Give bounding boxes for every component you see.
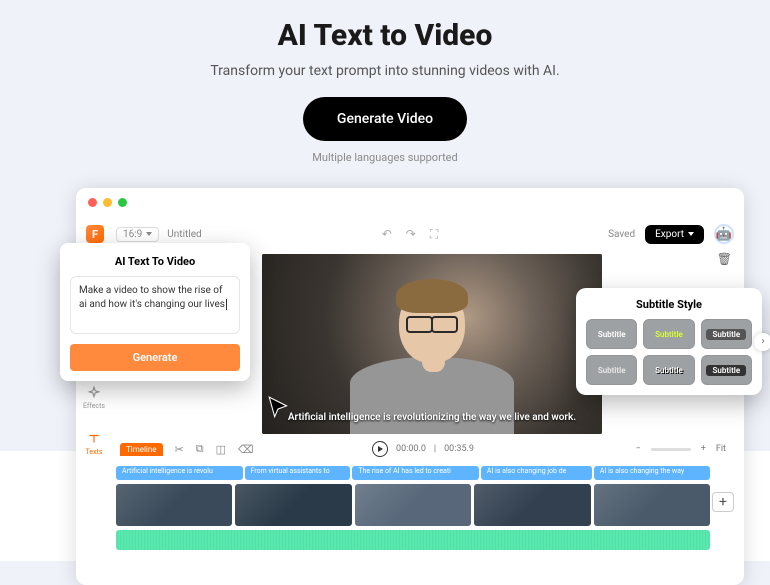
video-preview[interactable]: Artificial intelligence is revolutionizi… [262, 254, 602, 434]
subtitle-style-panel: Subtitle Style Subtitle Subtitle Subtitl… [576, 288, 762, 395]
clip-label[interactable]: AI is also changing job de [481, 466, 592, 480]
timeline-tab[interactable]: Timeline [120, 443, 163, 456]
hero-title: AI Text to Video [0, 18, 770, 53]
play-icon [378, 446, 383, 452]
clip-thumbnails [116, 484, 710, 526]
aspect-ratio-select[interactable]: 16:9 [116, 227, 159, 242]
chevron-down-icon [146, 232, 152, 236]
export-button[interactable]: Export [645, 225, 704, 244]
generate-video-button[interactable]: Generate Video [303, 97, 467, 141]
project-title[interactable]: Untitled [167, 229, 201, 240]
subtitle-style-option[interactable]: Subtitle [701, 355, 752, 385]
sidebar-label: Effects [83, 402, 105, 410]
clip-label[interactable]: The rise of AI has led to creati [352, 466, 479, 480]
subtitle-style-option[interactable]: Subtitle [586, 355, 637, 385]
cut-icon[interactable]: ✂ [175, 443, 184, 456]
subtitle-style-option[interactable]: Subtitle [643, 355, 694, 385]
chevron-down-icon [688, 232, 694, 236]
zoom-slider[interactable] [651, 448, 691, 451]
clip-thumb[interactable] [594, 484, 710, 526]
undo-icon[interactable]: ↶ [382, 227, 392, 241]
zoom-out-icon[interactable]: − [636, 444, 641, 454]
subtitle-style-option[interactable]: Subtitle [701, 319, 752, 349]
delete-icon[interactable]: ⌫ [238, 443, 254, 456]
text-cursor-icon [226, 299, 227, 310]
sidebar-item-texts[interactable]: Texts [86, 432, 103, 456]
texts-icon [87, 432, 101, 446]
video-caption: Artificial intelligence is revolutionizi… [262, 411, 602, 424]
ttv-title: AI Text To Video [60, 255, 250, 276]
export-label: Export [655, 229, 684, 240]
saved-status: Saved [608, 229, 635, 240]
clip-label[interactable]: From virtual assistants to [245, 466, 351, 480]
playbar: Timeline ✂ ⧉ ◫ ⌫ 00:00.0 | 00:35.9 − + F… [112, 438, 734, 460]
expand-icon[interactable]: ⛶ [430, 227, 438, 242]
timeline[interactable]: Artificial intelligence is revolu From v… [116, 462, 734, 583]
close-icon[interactable] [88, 198, 97, 207]
add-clip-button[interactable]: + [712, 492, 734, 512]
subtitle-style-option[interactable]: Subtitle [586, 319, 637, 349]
time-total: 00:35.9 [444, 444, 474, 454]
audio-track[interactable] [116, 530, 710, 550]
minimize-icon[interactable] [103, 198, 112, 207]
app-logo[interactable]: F [86, 225, 104, 243]
effects-icon [87, 386, 101, 400]
prompt-input[interactable]: Make a video to show the rise of ai and … [70, 276, 240, 334]
copy-icon[interactable]: ⧉ [196, 442, 204, 456]
fit-button[interactable]: Fit [716, 444, 726, 454]
hero-section: AI Text to Video Transform your text pro… [0, 0, 770, 164]
clip-thumb[interactable] [355, 484, 471, 526]
play-button[interactable] [372, 441, 388, 457]
sidebar-label: Texts [86, 448, 103, 456]
maximize-icon[interactable] [118, 198, 127, 207]
window-controls [88, 198, 127, 207]
prompt-value: Make a video to show the rise of ai and … [79, 285, 225, 310]
clip-labels-row: Artificial intelligence is revolu From v… [116, 466, 710, 480]
clip-thumb[interactable] [116, 484, 232, 526]
clip-thumb[interactable] [474, 484, 590, 526]
generate-button[interactable]: Generate [70, 344, 240, 371]
clip-thumb[interactable] [235, 484, 351, 526]
avatar[interactable]: 🤖 [714, 224, 734, 244]
trash-icon[interactable]: 🗑 [717, 252, 732, 266]
text-to-video-panel: AI Text To Video Make a video to show th… [60, 243, 250, 381]
hero-note: Multiple languages supported [0, 151, 770, 164]
hero-subtitle: Transform your text prompt into stunning… [0, 63, 770, 79]
clip-label[interactable]: Artificial intelligence is revolu [116, 466, 243, 480]
time-current: 00:00.0 [396, 444, 426, 454]
subtitle-style-option[interactable]: Subtitle [643, 319, 694, 349]
subtitle-style-title: Subtitle Style [586, 298, 752, 311]
zoom-in-icon[interactable]: + [701, 444, 706, 454]
divide-icon[interactable]: ◫ [216, 443, 226, 456]
sidebar-item-effects[interactable]: Effects [83, 386, 105, 410]
clip-label[interactable]: AI is also changing the way [594, 466, 710, 480]
redo-icon[interactable]: ↷ [406, 227, 416, 241]
aspect-value: 16:9 [123, 229, 142, 240]
next-arrow-icon[interactable]: › [754, 333, 770, 351]
